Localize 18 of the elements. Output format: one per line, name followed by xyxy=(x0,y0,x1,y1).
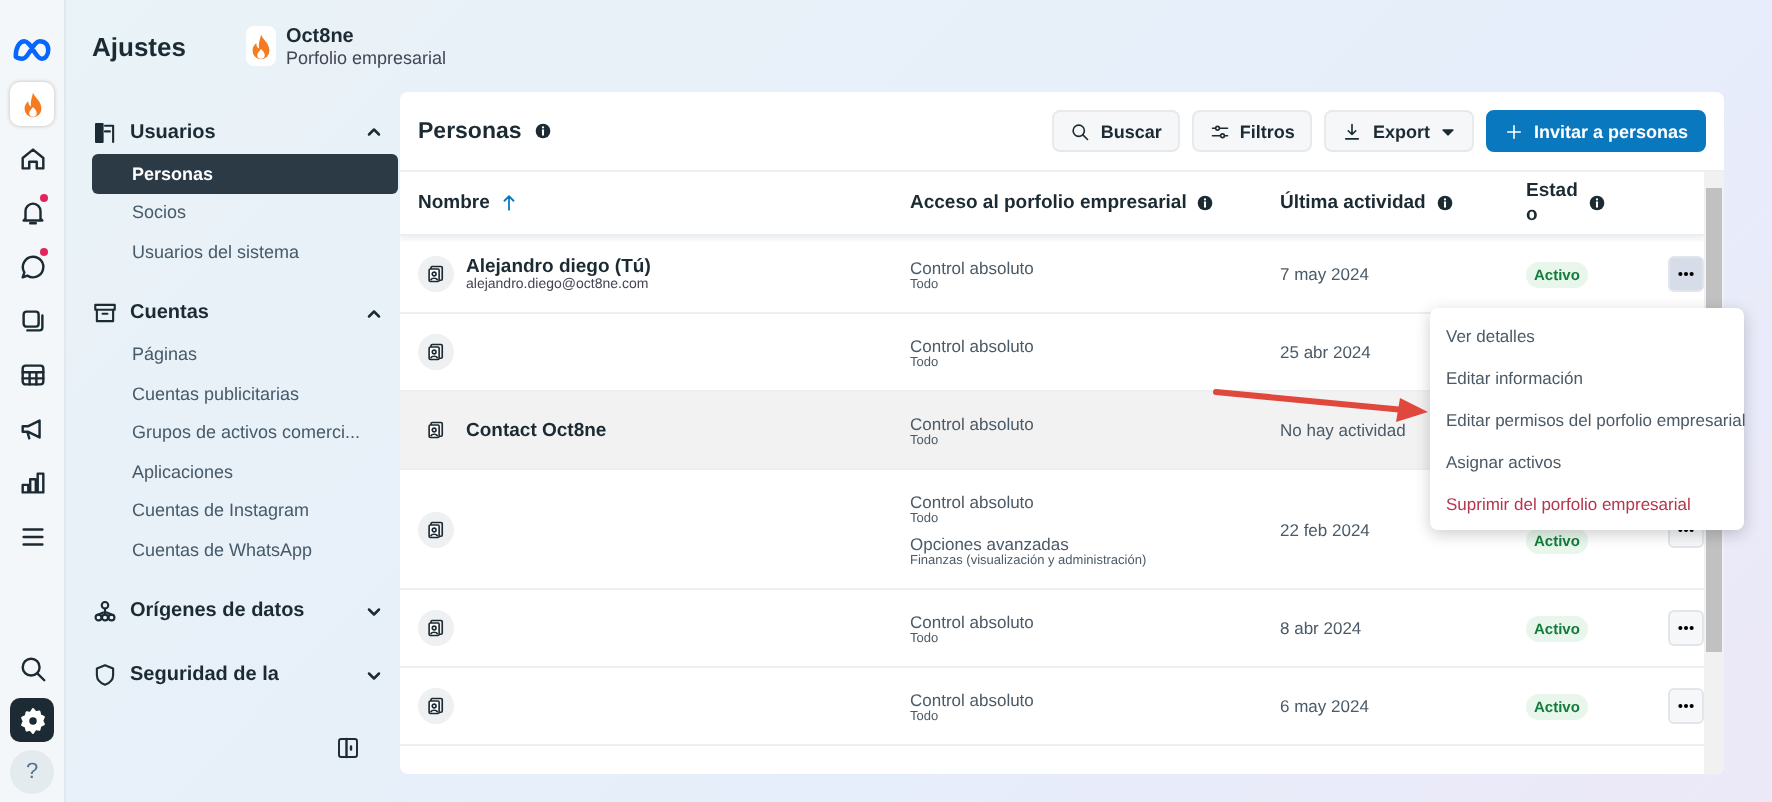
last-activity: 22 feb 2024 xyxy=(1280,519,1372,539)
access-level: Control absoluto xyxy=(910,335,1036,355)
access-level: Control absoluto xyxy=(910,611,1036,631)
panel-title: Personas xyxy=(418,119,522,143)
business-name: Oct8ne xyxy=(285,25,356,47)
page-title: Ajustes xyxy=(92,31,186,61)
last-activity: 6 may 2024 xyxy=(1280,696,1371,716)
last-activity: 8 abr 2024 xyxy=(1280,618,1364,638)
person-name: Contact Oct8ne xyxy=(466,419,607,441)
last-activity: 7 may 2024 xyxy=(1280,264,1371,284)
access-level: Opciones avanzadas xyxy=(910,533,1071,553)
access-level: Control absoluto xyxy=(910,689,1036,709)
access-level: Control absoluto xyxy=(910,413,1036,433)
business-subtitle: Porfolio empresarial xyxy=(285,47,447,67)
access-level: Control absoluto xyxy=(910,257,1036,277)
access-level: Control absoluto xyxy=(910,491,1036,511)
last-activity: 25 abr 2024 xyxy=(1280,342,1373,362)
person-name: Alejandro diego (Tú) xyxy=(466,256,651,278)
